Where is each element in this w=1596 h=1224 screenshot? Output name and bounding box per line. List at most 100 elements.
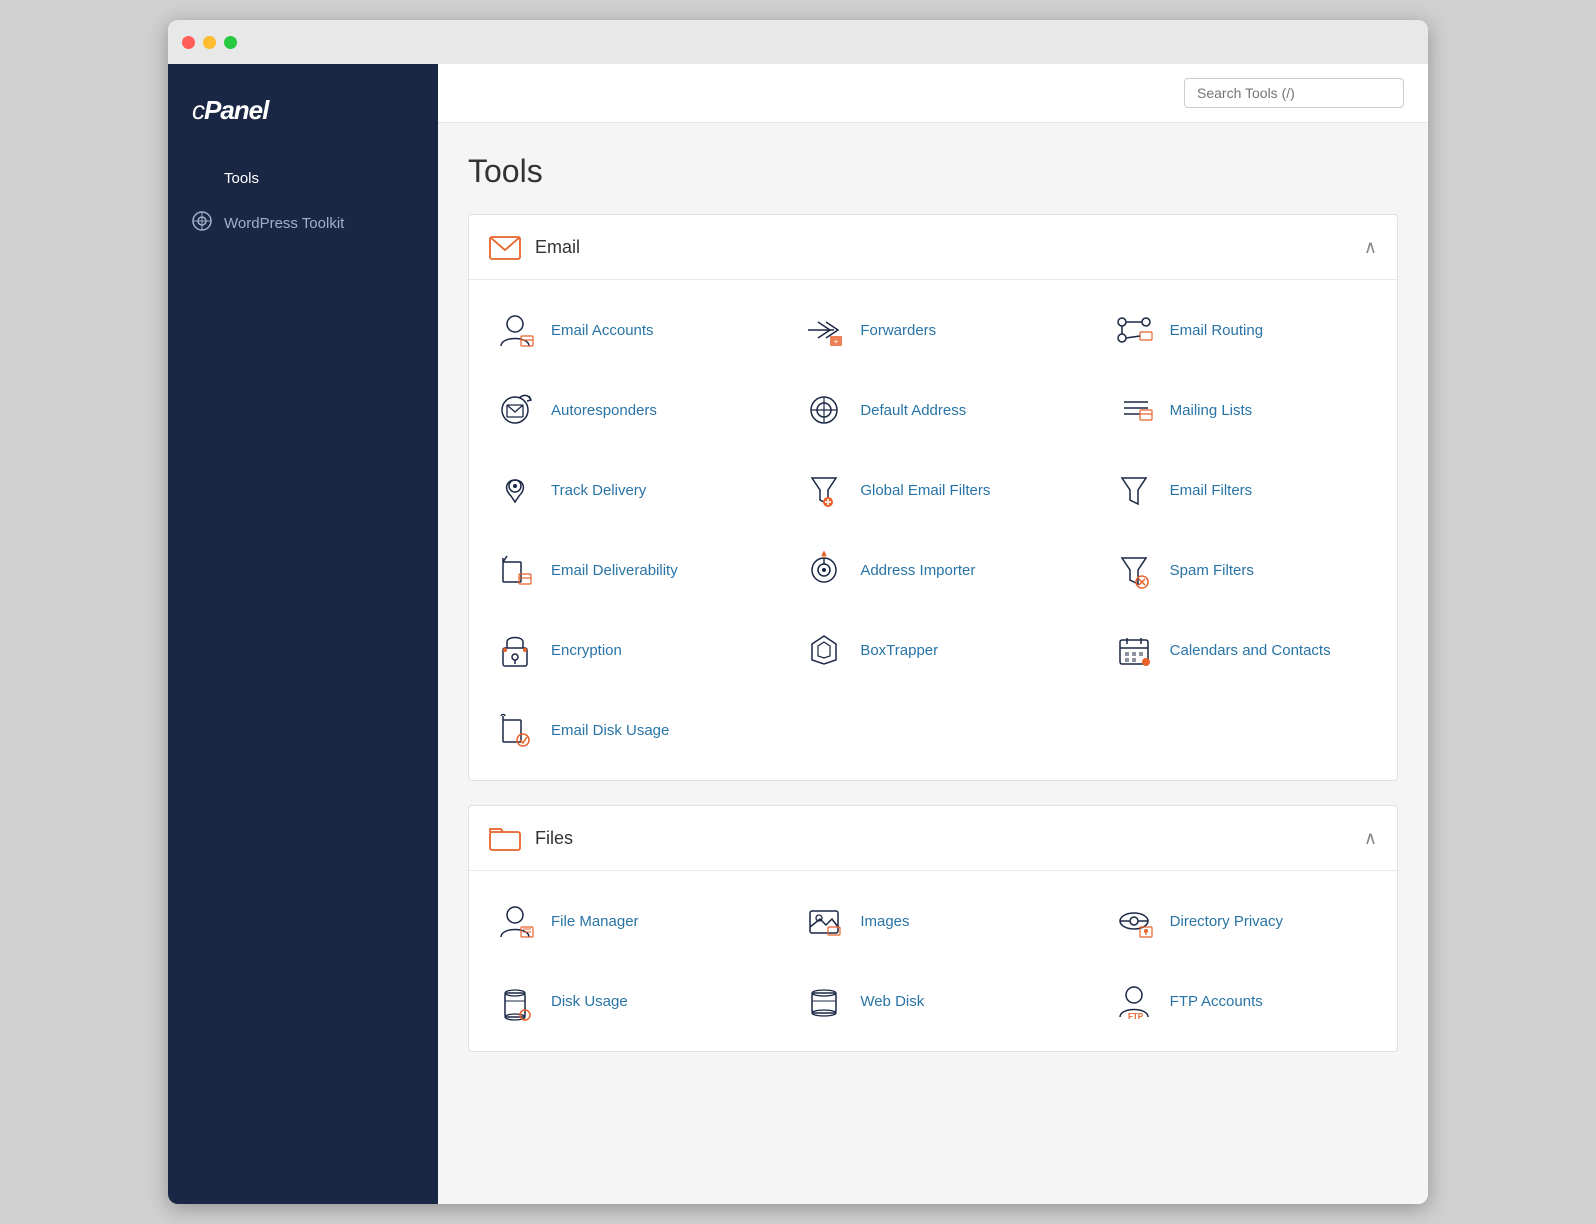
disk-usage-icon bbox=[493, 979, 537, 1023]
email-routing-label: Email Routing bbox=[1170, 322, 1263, 339]
mailing-lists-label: Mailing Lists bbox=[1170, 402, 1253, 419]
email-routing-icon bbox=[1112, 308, 1156, 352]
page-title: Tools bbox=[468, 153, 1398, 190]
tool-disk-usage[interactable]: Disk Usage bbox=[469, 961, 778, 1041]
email-section-icon bbox=[489, 231, 521, 263]
cpanel-logo: cPanel bbox=[192, 94, 414, 126]
tool-images[interactable]: Images bbox=[778, 881, 1087, 961]
search-box[interactable] bbox=[1184, 78, 1404, 108]
titlebar bbox=[168, 20, 1428, 64]
email-disk-usage-label: Email Disk Usage bbox=[551, 722, 669, 739]
directory-privacy-label: Directory Privacy bbox=[1170, 913, 1283, 930]
tool-boxtrapper[interactable]: BoxTrapper bbox=[778, 610, 1087, 690]
disk-usage-label: Disk Usage bbox=[551, 993, 628, 1010]
email-filters-icon bbox=[1112, 468, 1156, 512]
global-email-filters-icon bbox=[802, 468, 846, 512]
spam-filters-icon bbox=[1112, 548, 1156, 592]
tool-email-deliverability[interactable]: Email Deliverability bbox=[469, 530, 778, 610]
section-header-left: Email bbox=[489, 231, 580, 263]
topbar bbox=[438, 64, 1428, 123]
address-importer-label: Address Importer bbox=[860, 562, 975, 579]
tool-email-accounts[interactable]: Email Accounts bbox=[469, 290, 778, 370]
section-email-title: Email bbox=[535, 237, 580, 258]
tool-spam-filters[interactable]: Spam Filters bbox=[1088, 530, 1397, 610]
section-email-header[interactable]: Email ∧ bbox=[469, 215, 1397, 280]
email-chevron-icon: ∧ bbox=[1364, 237, 1377, 258]
forwarders-icon: + bbox=[802, 308, 846, 352]
search-input[interactable] bbox=[1197, 85, 1391, 101]
app-window: cPanel Tools bbox=[168, 20, 1428, 1204]
tool-file-manager[interactable]: File Manager bbox=[469, 881, 778, 961]
section-files-header[interactable]: Files ∧ bbox=[469, 806, 1397, 871]
wrench-icon bbox=[192, 166, 212, 191]
tool-email-routing[interactable]: Email Routing bbox=[1088, 290, 1397, 370]
section-files: Files ∧ bbox=[468, 805, 1398, 1052]
minimize-button[interactable] bbox=[203, 36, 216, 49]
email-deliverability-icon bbox=[493, 548, 537, 592]
sidebar-item-label: WordPress Toolkit bbox=[224, 215, 344, 232]
boxtrapper-icon bbox=[802, 628, 846, 672]
boxtrapper-label: BoxTrapper bbox=[860, 642, 938, 659]
email-deliverability-label: Email Deliverability bbox=[551, 562, 678, 579]
file-manager-icon bbox=[493, 899, 537, 943]
tool-track-delivery[interactable]: Track Delivery bbox=[469, 450, 778, 530]
section-files-title: Files bbox=[535, 828, 573, 849]
content-area: Tools Email ∧ bbox=[438, 123, 1428, 1106]
global-email-filters-label: Global Email Filters bbox=[860, 482, 990, 499]
tool-forwarders[interactable]: + Forwarders bbox=[778, 290, 1087, 370]
ftp-accounts-icon: FTP bbox=[1112, 979, 1156, 1023]
images-icon bbox=[802, 899, 846, 943]
app-body: cPanel Tools bbox=[168, 64, 1428, 1204]
close-button[interactable] bbox=[182, 36, 195, 49]
tool-mailing-lists[interactable]: Mailing Lists bbox=[1088, 370, 1397, 450]
files-chevron-icon: ∧ bbox=[1364, 828, 1377, 849]
images-label: Images bbox=[860, 913, 909, 930]
file-manager-label: File Manager bbox=[551, 913, 639, 930]
tool-email-disk-usage[interactable]: Email Disk Usage bbox=[469, 690, 778, 770]
email-accounts-label: Email Accounts bbox=[551, 322, 654, 339]
ftp-accounts-label: FTP Accounts bbox=[1170, 993, 1263, 1010]
tool-encryption[interactable]: Encryption bbox=[469, 610, 778, 690]
sidebar: cPanel Tools bbox=[168, 64, 438, 1204]
tool-web-disk[interactable]: Web Disk bbox=[778, 961, 1087, 1041]
forwarders-label: Forwarders bbox=[860, 322, 936, 339]
mailing-lists-icon bbox=[1112, 388, 1156, 432]
tool-default-address[interactable]: Default Address bbox=[778, 370, 1087, 450]
calendars-contacts-label: Calendars and Contacts bbox=[1170, 642, 1331, 659]
email-accounts-icon bbox=[493, 308, 537, 352]
section-files-header-left: Files bbox=[489, 822, 573, 854]
web-disk-icon bbox=[802, 979, 846, 1023]
sidebar-item-wordpress[interactable]: WordPress Toolkit bbox=[168, 201, 438, 246]
default-address-label: Default Address bbox=[860, 402, 966, 419]
main-content: Tools Email ∧ bbox=[438, 64, 1428, 1204]
tool-ftp-accounts[interactable]: FTP FTP Accounts bbox=[1088, 961, 1397, 1041]
tool-email-filters[interactable]: Email Filters bbox=[1088, 450, 1397, 530]
track-delivery-icon bbox=[493, 468, 537, 512]
tool-global-email-filters[interactable]: Global Email Filters bbox=[778, 450, 1087, 530]
encryption-icon bbox=[493, 628, 537, 672]
web-disk-label: Web Disk bbox=[860, 993, 924, 1010]
tool-autoresponders[interactable]: Autoresponders bbox=[469, 370, 778, 450]
directory-privacy-icon bbox=[1112, 899, 1156, 943]
sidebar-item-tools[interactable]: Tools bbox=[168, 156, 438, 201]
address-importer-icon bbox=[802, 548, 846, 592]
autoresponders-icon bbox=[493, 388, 537, 432]
maximize-button[interactable] bbox=[224, 36, 237, 49]
tool-address-importer[interactable]: Address Importer bbox=[778, 530, 1087, 610]
files-section-icon bbox=[489, 822, 521, 854]
encryption-label: Encryption bbox=[551, 642, 622, 659]
default-address-icon bbox=[802, 388, 846, 432]
tool-directory-privacy[interactable]: Directory Privacy bbox=[1088, 881, 1397, 961]
track-delivery-label: Track Delivery bbox=[551, 482, 646, 499]
svg-text:FTP: FTP bbox=[1128, 1012, 1144, 1021]
tool-calendars-contacts[interactable]: Calendars and Contacts bbox=[1088, 610, 1397, 690]
email-disk-usage-icon bbox=[493, 708, 537, 752]
files-tools-grid: File Manager bbox=[469, 871, 1397, 1051]
spam-filters-label: Spam Filters bbox=[1170, 562, 1254, 579]
svg-text:+: + bbox=[834, 337, 839, 346]
section-email: Email ∧ bbox=[468, 214, 1398, 781]
email-tools-grid: Email Accounts + bbox=[469, 280, 1397, 780]
calendars-contacts-icon bbox=[1112, 628, 1156, 672]
autoresponders-label: Autoresponders bbox=[551, 402, 657, 419]
logo: cPanel bbox=[168, 74, 438, 156]
